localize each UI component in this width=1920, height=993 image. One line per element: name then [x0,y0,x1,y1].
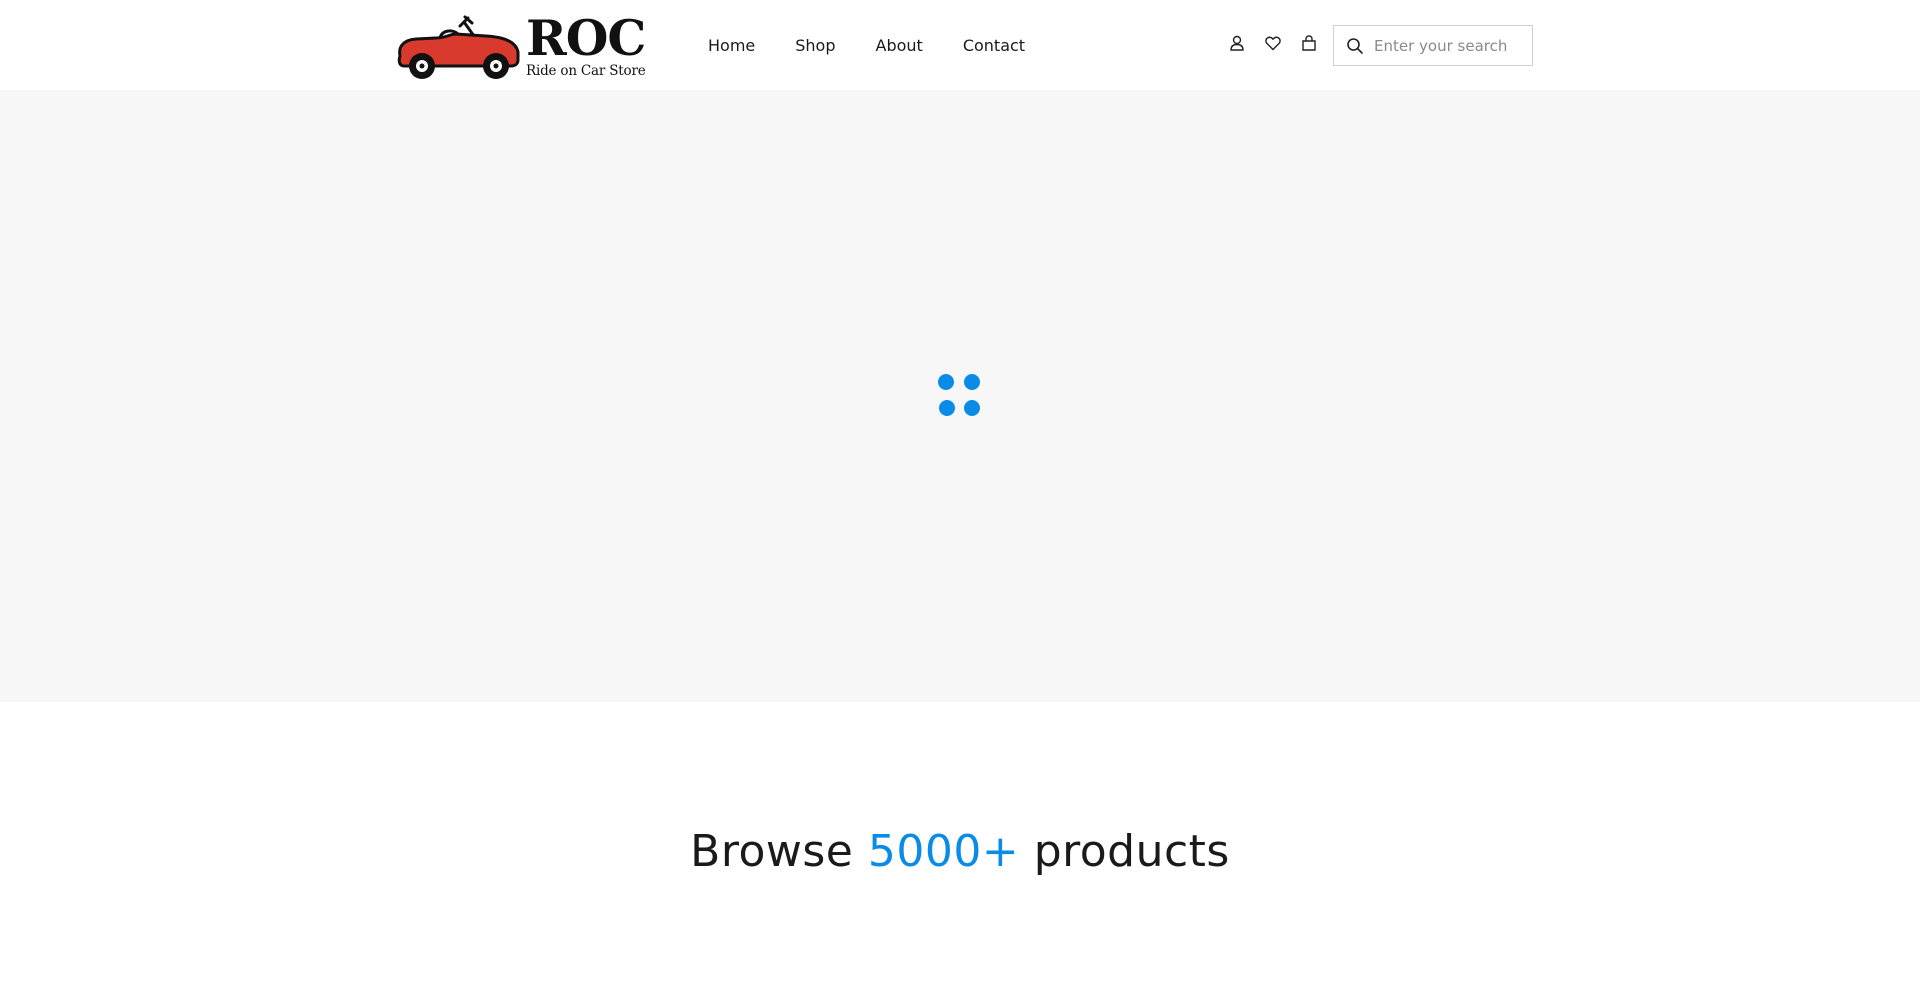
browse-prefix: Browse [690,826,854,877]
user-icon[interactable] [1228,34,1246,52]
browse-count: 5000+ [867,826,1020,877]
loading-spinner [938,374,982,418]
site-header: ROC Ride on Car Store Home Shop About Co… [0,0,1920,90]
logo[interactable]: ROC Ride on Car Store [394,12,650,80]
brand-name: ROC [526,8,646,67]
nav-about[interactable]: About [876,36,923,55]
heart-icon[interactable] [1264,34,1282,52]
loader-dot [964,374,980,390]
hero-loading-area [0,90,1920,702]
header-icons [1228,34,1318,52]
nav-home[interactable]: Home [708,36,755,55]
browse-heading: Browse 5000+ products [0,826,1920,877]
search-icon[interactable] [1346,37,1364,55]
browse-suffix: products [1033,826,1230,877]
loader-dot [938,374,954,390]
brand-tagline: Ride on Car Store [526,62,646,79]
nav-contact[interactable]: Contact [963,36,1025,55]
car-logo-icon [397,15,520,79]
loader-dot [939,400,955,416]
logo-text: ROC Ride on Car Store [526,8,646,79]
nav-shop[interactable]: Shop [795,36,835,55]
loader-dot [964,400,980,416]
search-box[interactable] [1333,25,1533,66]
search-input[interactable] [1374,36,1524,55]
bag-icon[interactable] [1300,34,1318,52]
main-nav: Home Shop About Contact [708,32,1025,58]
